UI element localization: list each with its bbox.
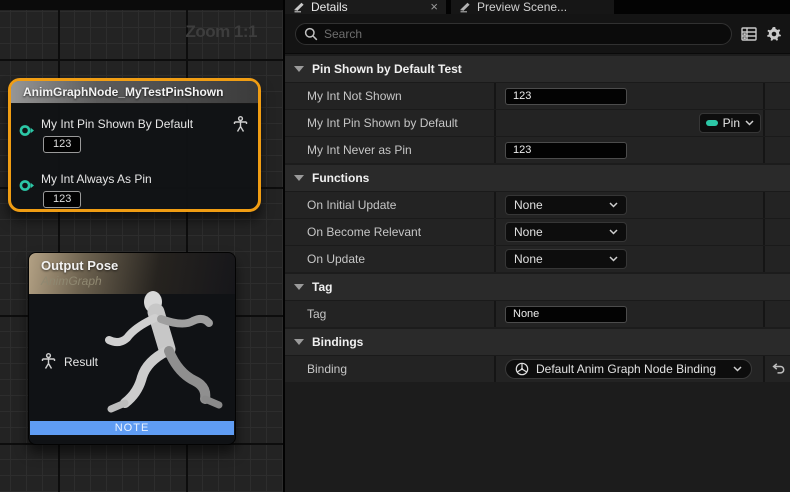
- chevron-down-icon: [294, 284, 304, 290]
- row-extra-cell: [763, 219, 790, 245]
- property-label: On Initial Update: [307, 198, 396, 212]
- tab-label: Details: [311, 0, 348, 14]
- tag-input[interactable]: [505, 306, 627, 323]
- on-update-dropdown[interactable]: None: [505, 249, 627, 269]
- tab-close-icon[interactable]: ×: [430, 1, 438, 13]
- row-binding: Binding Default Anim Graph Node Binding: [285, 355, 790, 382]
- row-on-update: On Update None: [285, 245, 790, 272]
- anim-graph-canvas[interactable]: Zoom 1:1 AnimGraphNode_MyTestPinShown My…: [0, 0, 283, 492]
- category-header[interactable]: Tag: [285, 274, 790, 300]
- preview-scene-tab-icon: [459, 2, 471, 13]
- note-label: NOTE: [115, 422, 150, 434]
- chevron-down-icon: [294, 175, 304, 181]
- pose-pin-icon[interactable]: [233, 116, 248, 133]
- section-tag: Tag Tag: [285, 274, 790, 327]
- mannequin-image: [81, 285, 233, 437]
- tab-preview-scene[interactable]: Preview Scene...: [451, 0, 614, 14]
- row-extra-cell: [763, 301, 790, 327]
- node-header[interactable]: AnimGraphNode_MyTestPinShown: [11, 81, 258, 104]
- row-my-int-not-shown: My Int Not Shown: [285, 82, 790, 109]
- reset-to-default-icon[interactable]: [771, 363, 785, 375]
- search-box[interactable]: [295, 23, 732, 45]
- result-pin-label: Result: [64, 355, 98, 369]
- row-on-initial-update: On Initial Update None: [285, 191, 790, 218]
- chevron-down-icon: [733, 366, 742, 372]
- result-pin-row[interactable]: Result: [41, 353, 98, 370]
- search-row: [285, 14, 790, 54]
- row-on-become-relevant: On Become Relevant None: [285, 218, 790, 245]
- row-extra-cell: [763, 246, 790, 272]
- int-pin-icon[interactable]: [19, 179, 35, 192]
- row-my-int-pin-shown-by-default: My Int Pin Shown by Default Pin: [285, 109, 790, 136]
- pin-label: My Int Always As Pin: [41, 172, 152, 186]
- row-extra-cell: [763, 110, 790, 136]
- pin-row-shown-by-default: My Int Pin Shown By Default 123: [11, 115, 258, 153]
- row-tag: Tag: [285, 300, 790, 327]
- property-label: On Become Relevant: [307, 225, 421, 239]
- property-label: My Int Never as Pin: [307, 143, 412, 157]
- pin-label: My Int Pin Shown By Default: [41, 117, 193, 131]
- graph-top-border: [0, 0, 283, 10]
- chevron-down-icon: [609, 202, 618, 208]
- category-header[interactable]: Functions: [285, 165, 790, 191]
- chevron-down-icon: [294, 339, 304, 345]
- gear-icon[interactable]: [766, 26, 782, 42]
- output-pose-title: Output Pose: [41, 258, 223, 273]
- section-bindings: Bindings Binding Default Anim Graph Nod: [285, 329, 790, 382]
- property-label: My Int Pin Shown by Default: [307, 116, 458, 130]
- row-extra-cell: [763, 192, 790, 218]
- int-pin-icon[interactable]: [19, 124, 35, 137]
- pose-pin-icon: [41, 353, 56, 370]
- node-animgraphnode-mytestpinshown[interactable]: AnimGraphNode_MyTestPinShown My Int Pin …: [8, 78, 261, 212]
- display-filter-icon[interactable]: [741, 27, 757, 41]
- node-output-pose[interactable]: Output Pose AnimGraph: [28, 252, 236, 445]
- chevron-down-icon: [609, 229, 618, 235]
- on-initial-update-dropdown[interactable]: None: [505, 195, 627, 215]
- row-extra-cell: [763, 83, 790, 109]
- category-header[interactable]: Bindings: [285, 329, 790, 355]
- category-header[interactable]: Pin Shown by Default Test: [285, 56, 790, 82]
- row-extra-cell: [763, 137, 790, 163]
- tab-details[interactable]: Details ×: [285, 0, 446, 14]
- pin-default-value[interactable]: 123: [43, 191, 81, 208]
- chevron-down-icon: [294, 66, 304, 72]
- pin-default-value[interactable]: 123: [43, 136, 81, 153]
- pin-row-always-as-pin: My Int Always As Pin 123: [11, 170, 258, 208]
- property-label: On Update: [307, 252, 365, 266]
- panel-header-icons: [741, 26, 782, 42]
- binding-icon: [515, 362, 529, 376]
- pin-capsule-icon: [706, 120, 718, 126]
- section-functions: Functions On Initial Update None On Beco…: [285, 165, 790, 272]
- property-label: My Int Not Shown: [307, 89, 402, 103]
- node-title: AnimGraphNode_MyTestPinShown: [23, 85, 223, 99]
- search-icon: [304, 27, 318, 41]
- my-int-never-as-pin-input[interactable]: [505, 142, 627, 159]
- on-become-relevant-dropdown[interactable]: None: [505, 222, 627, 242]
- details-tab-icon: [293, 2, 305, 13]
- property-label: Tag: [307, 307, 326, 321]
- my-int-not-shown-input[interactable]: [505, 88, 627, 105]
- pin-mode-dropdown[interactable]: Pin: [699, 113, 761, 133]
- details-panel: Details × Preview Scene...: [285, 0, 790, 492]
- binding-dropdown[interactable]: Default Anim Graph Node Binding: [505, 359, 752, 379]
- section-pin-shown-by-default-test: Pin Shown by Default Test My Int Not Sho…: [285, 56, 790, 163]
- tab-label: Preview Scene...: [477, 0, 567, 14]
- chevron-down-icon: [745, 120, 754, 126]
- zoom-level-label: Zoom 1:1: [185, 22, 257, 42]
- property-label: Binding: [307, 362, 347, 376]
- search-input[interactable]: [324, 27, 723, 41]
- tab-bar: Details × Preview Scene...: [285, 0, 790, 14]
- row-my-int-never-as-pin: My Int Never as Pin: [285, 136, 790, 163]
- unreal-anim-blueprint-editor: Zoom 1:1 AnimGraphNode_MyTestPinShown My…: [0, 0, 790, 492]
- note-bar[interactable]: NOTE: [30, 421, 234, 435]
- chevron-down-icon: [609, 256, 618, 262]
